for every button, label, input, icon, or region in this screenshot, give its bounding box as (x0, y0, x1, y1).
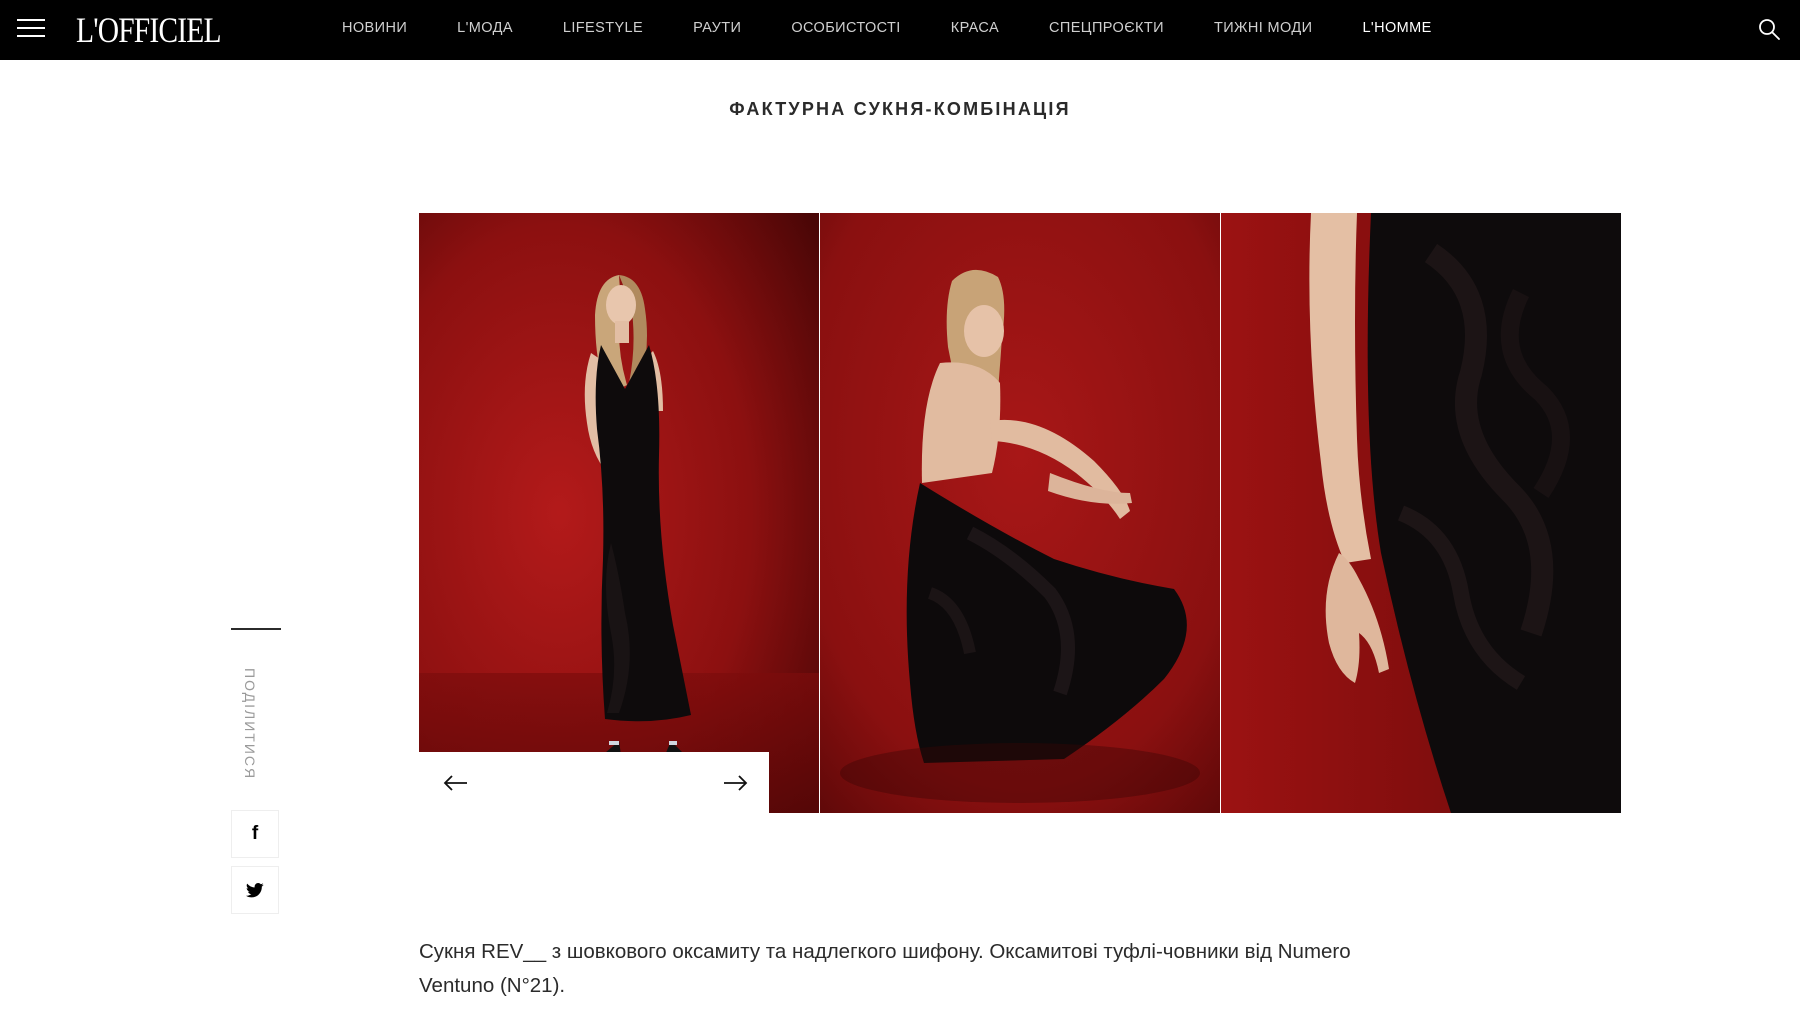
top-navigation-bar: L'OFFICIEL НОВИНИ L'МОДА LIFESTYLE РАУТИ… (0, 0, 1800, 60)
nav-item-specproekty[interactable]: СПЕЦПРОЄКТИ (1049, 20, 1164, 36)
facebook-icon: f (251, 823, 259, 844)
main-nav: НОВИНИ L'МОДА LIFESTYLE РАУТИ ОСОБИСТОСТ… (342, 0, 1482, 56)
twitter-share-button[interactable] (231, 866, 279, 914)
site-logo[interactable]: L'OFFICIEL (76, 10, 222, 50)
arrow-left-icon[interactable] (439, 768, 473, 798)
nav-item-tyzhni-mody[interactable]: ТИЖНІ МОДИ (1214, 20, 1312, 36)
nav-item-osobystosti[interactable]: ОСОБИСТОСТІ (791, 20, 900, 36)
article-caption: Сукня REV__ з шовкового оксамиту та надл… (419, 939, 1351, 997)
twitter-icon (246, 882, 264, 897)
share-divider (231, 628, 281, 630)
search-icon[interactable] (1757, 17, 1781, 41)
dress-velvet-detail-closeup-photo[interactable] (1221, 213, 1621, 813)
photo-gallery (419, 213, 1621, 813)
model-standing-full-length-photo[interactable] (419, 213, 819, 813)
nav-item-rauty[interactable]: РАУТИ (693, 20, 741, 36)
model-crouching-back-view-photo[interactable] (820, 213, 1220, 813)
nav-item-l-moda[interactable]: L'МОДА (457, 20, 513, 36)
nav-item-lifestyle[interactable]: LIFESTYLE (563, 20, 643, 36)
arrow-right-icon[interactable] (718, 768, 752, 798)
nav-item-l-homme[interactable]: L'HOMME (1362, 20, 1431, 36)
nav-item-novyny[interactable]: НОВИНИ (342, 20, 407, 36)
look-title: ФАКТУРНА СУКНЯ-КОМБІНАЦІЯ (729, 98, 1071, 119)
hamburger-menu-icon[interactable] (17, 19, 45, 37)
facebook-share-button[interactable]: f (231, 810, 279, 858)
nav-item-krasa[interactable]: КРАСА (951, 20, 999, 36)
gallery-controls (419, 752, 769, 813)
share-label: ПОДІЛИТИСЯ (242, 668, 258, 781)
